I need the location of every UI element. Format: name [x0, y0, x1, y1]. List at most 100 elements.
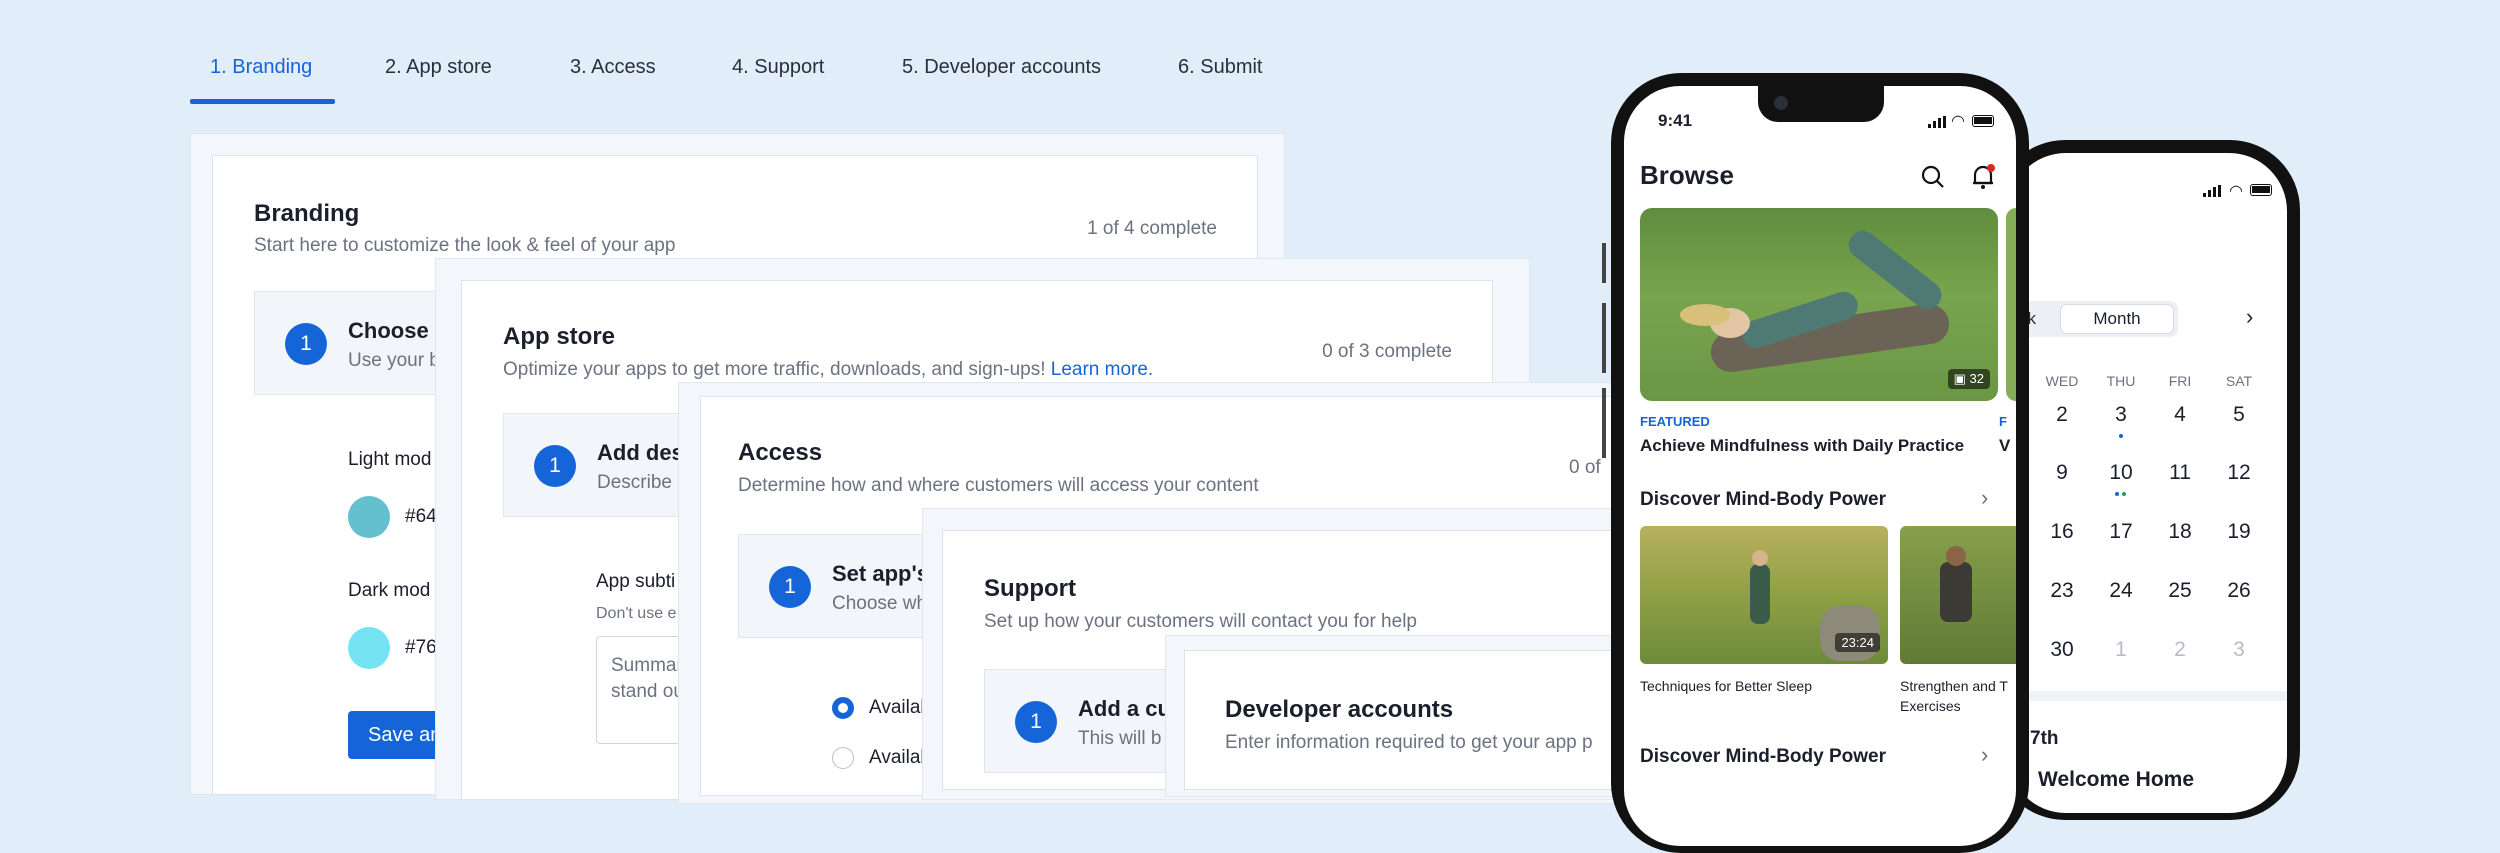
search-icon[interactable]: [1920, 164, 1946, 190]
bell-icon[interactable]: [1970, 163, 1996, 191]
step-number: 1: [1015, 701, 1057, 743]
step-title: Set app's: [832, 561, 929, 586]
app-store-title: App store: [503, 323, 616, 350]
card-title-line2: Exercises: [1900, 698, 1961, 714]
light-mode-color-swatch[interactable]: [348, 496, 390, 538]
phone-browse: 9:41 ◠ Browse ▣ 32 FEATURED Achieve Mind…: [1602, 73, 2029, 853]
selected-date-label: 7th: [2030, 728, 2059, 749]
weekday-header: THU: [2106, 373, 2136, 389]
chevron-right-icon[interactable]: ›: [1981, 742, 1988, 768]
step-title: Choose a: [348, 318, 448, 343]
status-time: 9:41: [1658, 111, 1693, 130]
peek-label: F: [1999, 414, 2007, 429]
signal-icon: [2203, 185, 2221, 197]
card-title[interactable]: Strengthen and T: [1900, 678, 2008, 694]
dark-mode-label: Dark mod: [348, 580, 431, 601]
card-image[interactable]: [1900, 526, 2016, 664]
calendar-day[interactable]: 17: [2091, 520, 2151, 544]
step-title: Add a cu: [1078, 696, 1171, 721]
event-dot: [2119, 434, 2123, 438]
light-mode-label: Light mod: [348, 449, 432, 470]
calendar-day[interactable]: 9: [2032, 461, 2092, 485]
calendar-day[interactable]: 11: [2150, 461, 2210, 485]
calendar-day[interactable]: 2: [2150, 638, 2210, 662]
divider: [2008, 691, 2287, 701]
learn-more-link[interactable]: Learn more.: [1051, 359, 1153, 380]
side-button: [1602, 243, 1606, 283]
step-subtitle: Describe: [597, 472, 672, 493]
event-title[interactable]: Welcome Home: [2038, 768, 2194, 792]
developer-accounts-panel: Developer accounts Enter information req…: [1184, 650, 1624, 790]
wifi-icon: ◠: [1951, 113, 1965, 130]
featured-title[interactable]: Achieve Mindfulness with Daily Practice: [1640, 436, 1964, 456]
calendar-day[interactable]: 23: [2032, 579, 2092, 603]
weekday-header: WED: [2045, 373, 2079, 389]
calendar-day[interactable]: 24: [2091, 579, 2151, 603]
calendar-day[interactable]: 18: [2150, 520, 2210, 544]
card-image[interactable]: 23:24: [1640, 526, 1888, 664]
card-title[interactable]: Techniques for Better Sleep: [1640, 678, 1812, 694]
calendar-screen: ◠ ek Month › WED THU FRI SAT 2 3 4 5 9 1…: [2008, 153, 2287, 813]
browse-title: Browse: [1640, 160, 1734, 190]
calendar-day[interactable]: 10: [2091, 461, 2151, 485]
calendar-day[interactable]: 16: [2032, 520, 2092, 544]
tab-branding[interactable]: 1. Branding: [210, 56, 312, 79]
calendar-day[interactable]: 4: [2150, 403, 2210, 427]
tab-support[interactable]: 4. Support: [732, 56, 824, 79]
availability-radio-selected[interactable]: [832, 697, 854, 719]
segment-month[interactable]: Month: [2060, 304, 2174, 334]
featured-image[interactable]: ▣ 32: [1640, 208, 1998, 401]
access-title: Access: [738, 439, 823, 466]
event-dot: [2122, 492, 2126, 496]
calendar-day[interactable]: 25: [2150, 579, 2210, 603]
calendar-day[interactable]: 1: [2091, 638, 2151, 662]
dark-mode-color-swatch[interactable]: [348, 627, 390, 669]
battery-icon: [1972, 115, 1994, 127]
battery-icon: [2250, 184, 2272, 196]
calendar-day[interactable]: 2: [2032, 403, 2092, 427]
chevron-right-icon[interactable]: ›: [2246, 304, 2253, 330]
browse-screen: 9:41 ◠ Browse ▣ 32 FEATURED Achieve Mind…: [1624, 86, 2016, 846]
section-title[interactable]: Discover Mind-Body Power: [1640, 489, 1886, 511]
access-subtitle: Determine how and where customers will a…: [738, 475, 1259, 496]
next-card-peek: [2006, 208, 2016, 401]
calendar-day[interactable]: 26: [2209, 579, 2269, 603]
app-store-progress: 0 of 3 complete: [1322, 341, 1452, 362]
side-button: [1602, 303, 1606, 373]
availability-radio[interactable]: [832, 747, 854, 769]
branding-title: Branding: [254, 200, 360, 227]
view-segmented-control[interactable]: ek Month: [2018, 301, 2178, 337]
calendar-day[interactable]: 3: [2209, 638, 2269, 662]
weekday-header: FRI: [2168, 373, 2192, 389]
developer-accounts-subtitle: Enter information required to get your a…: [1225, 732, 1593, 753]
calendar-day[interactable]: 3: [2091, 403, 2151, 427]
step-subtitle: Use your b: [348, 350, 440, 371]
featured-label: FEATURED: [1640, 414, 1710, 429]
phone-calendar: ◠ ek Month › WED THU FRI SAT 2 3 4 5 9 1…: [1995, 140, 2300, 820]
developer-accounts-title: Developer accounts: [1225, 696, 1454, 723]
calendar-day[interactable]: 30: [2032, 638, 2092, 662]
tab-submit[interactable]: 6. Submit: [1178, 56, 1262, 79]
signal-icon: [1928, 116, 1946, 128]
active-tab-indicator: [190, 99, 335, 104]
tab-app-store[interactable]: 2. App store: [385, 56, 492, 79]
lesson-count-badge: ▣ 32: [1947, 369, 1990, 389]
save-button[interactable]: Save an: [348, 711, 448, 759]
side-button: [1602, 388, 1606, 458]
light-mode-hex: #64: [405, 506, 437, 527]
step-subtitle: This will b: [1078, 728, 1162, 749]
wizard-tabs: 1. Branding 2. App store 3. Access 4. Su…: [190, 0, 1290, 105]
tab-access[interactable]: 3. Access: [570, 56, 656, 79]
section-title[interactable]: Discover Mind-Body Power: [1640, 746, 1886, 768]
app-store-subtitle: Optimize your apps to get more traffic, …: [503, 359, 1154, 380]
calendar-day[interactable]: 12: [2209, 461, 2269, 485]
peek-title: V: [1999, 436, 2011, 455]
calendar-day[interactable]: 5: [2209, 403, 2269, 427]
dark-mode-hex: #76: [405, 637, 437, 658]
app-subtitle-hint: Don't use e: [596, 605, 677, 622]
step-number: 1: [769, 566, 811, 608]
step-number: 1: [534, 445, 576, 487]
tab-developer-accounts[interactable]: 5. Developer accounts: [902, 56, 1101, 79]
chevron-right-icon[interactable]: ›: [1981, 485, 1988, 511]
calendar-day[interactable]: 19: [2209, 520, 2269, 544]
